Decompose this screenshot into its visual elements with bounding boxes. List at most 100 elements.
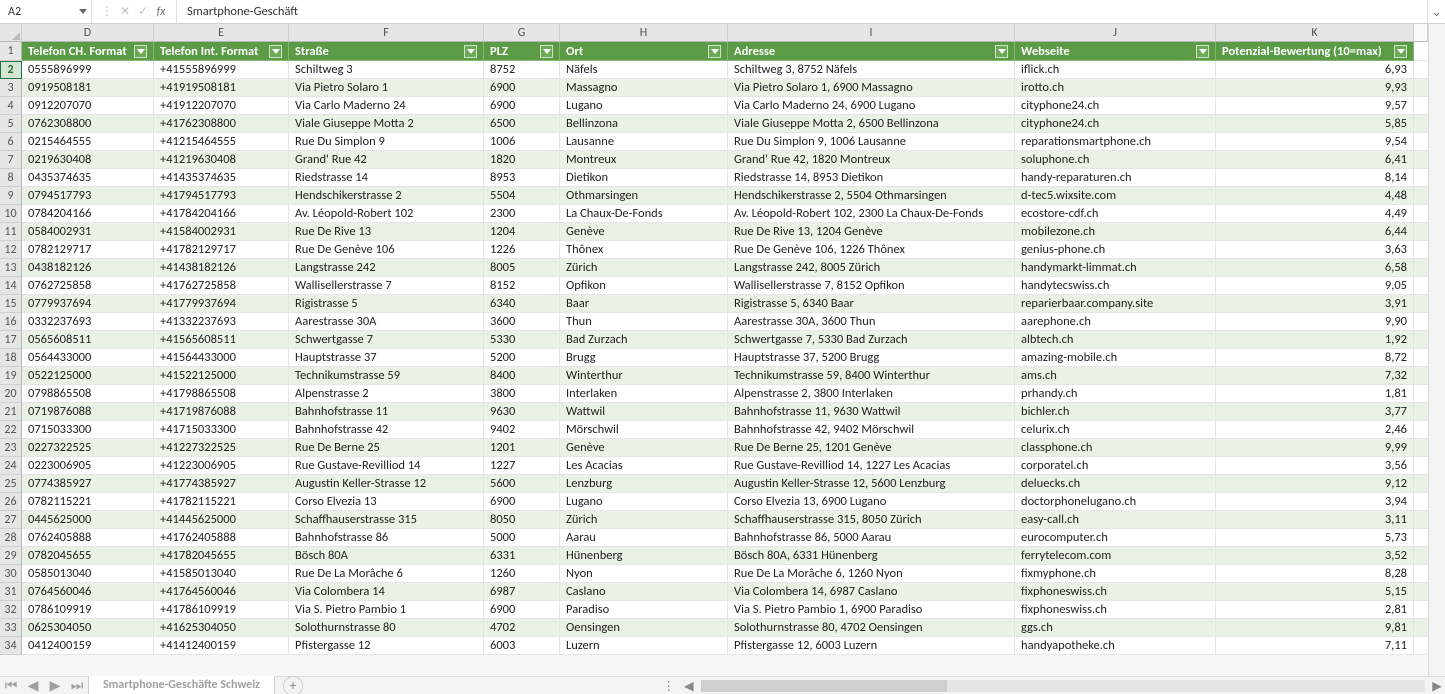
row-header[interactable]: 7: [0, 151, 22, 169]
cell[interactable]: Rue De Berne 25, 1201 Genève: [728, 439, 1015, 457]
cell[interactable]: Baar: [560, 295, 728, 313]
filter-icon[interactable]: [995, 45, 1008, 58]
confirm-icon[interactable]: ✓: [134, 4, 152, 19]
cell[interactable]: Via S. Pietro Pambio 1, 6900 Paradiso: [728, 601, 1015, 619]
cell[interactable]: +41782115221: [154, 493, 289, 511]
cell[interactable]: +41215464555: [154, 133, 289, 151]
row-header[interactable]: 34: [0, 637, 22, 655]
row-header[interactable]: 25: [0, 475, 22, 493]
scroll-left-icon[interactable]: ◀: [681, 678, 697, 694]
cell[interactable]: Pfistergasse 12: [289, 637, 484, 655]
row-header[interactable]: 4: [0, 97, 22, 115]
cell[interactable]: 3,11: [1216, 511, 1414, 529]
cell[interactable]: Alpenstrasse 2, 3800 Interlaken: [728, 385, 1015, 403]
cell[interactable]: 8400: [484, 367, 560, 385]
cell[interactable]: 1204: [484, 223, 560, 241]
cell[interactable]: Pfistergasse 12, 6003 Luzern: [728, 637, 1015, 655]
cell[interactable]: Bahnhofstrasse 86, 5000 Aarau: [728, 529, 1015, 547]
cell[interactable]: Dietikon: [560, 169, 728, 187]
cell[interactable]: 0555896999: [22, 61, 154, 79]
cell[interactable]: +41625304050: [154, 619, 289, 637]
row-header[interactable]: 32: [0, 601, 22, 619]
cell[interactable]: aarephone.ch: [1015, 313, 1216, 331]
col-header[interactable]: I: [728, 24, 1015, 42]
cell[interactable]: +41715033300: [154, 421, 289, 439]
cell[interactable]: +41786109919: [154, 601, 289, 619]
cell[interactable]: handy-reparaturen.ch: [1015, 169, 1216, 187]
cell[interactable]: 3,94: [1216, 493, 1414, 511]
cell[interactable]: 3800: [484, 385, 560, 403]
cell[interactable]: 1006: [484, 133, 560, 151]
row-header[interactable]: 24: [0, 457, 22, 475]
cell[interactable]: ecostore-cdf.ch: [1015, 205, 1216, 223]
row-header[interactable]: 14: [0, 277, 22, 295]
filter-icon[interactable]: [269, 45, 282, 58]
cell[interactable]: +41584002931: [154, 223, 289, 241]
select-all-corner[interactable]: [0, 24, 22, 42]
cell[interactable]: 5600: [484, 475, 560, 493]
cell[interactable]: Av. Léopold-Robert 102: [289, 205, 484, 223]
row-header[interactable]: 9: [0, 187, 22, 205]
cell[interactable]: 6900: [484, 97, 560, 115]
cell[interactable]: +41774385927: [154, 475, 289, 493]
cell[interactable]: 6331: [484, 547, 560, 565]
cell[interactable]: corporatel.ch: [1015, 457, 1216, 475]
filter-icon[interactable]: [464, 45, 477, 58]
cell[interactable]: +41784204166: [154, 205, 289, 223]
cell[interactable]: 9,54: [1216, 133, 1414, 151]
cell[interactable]: Wallisellerstrasse 7: [289, 277, 484, 295]
cell[interactable]: +41919508181: [154, 79, 289, 97]
scroll-right-icon[interactable]: ▶: [1429, 678, 1445, 694]
cell[interactable]: classphone.ch: [1015, 439, 1216, 457]
cell[interactable]: Langstrasse 242: [289, 259, 484, 277]
cell[interactable]: ams.ch: [1015, 367, 1216, 385]
cell[interactable]: Lugano: [560, 97, 728, 115]
cell[interactable]: Via Pietro Solaro 1, 6900 Massagno: [728, 79, 1015, 97]
cell[interactable]: bichler.ch: [1015, 403, 1216, 421]
cell[interactable]: amazing-mobile.ch: [1015, 349, 1216, 367]
cell[interactable]: Brugg: [560, 349, 728, 367]
cell[interactable]: +41912207070: [154, 97, 289, 115]
cell[interactable]: Rue De Genève 106, 1226 Thônex: [728, 241, 1015, 259]
cell[interactable]: 0774385927: [22, 475, 154, 493]
cell[interactable]: +41762725858: [154, 277, 289, 295]
cell[interactable]: Paradiso: [560, 601, 728, 619]
cell[interactable]: 0762725858: [22, 277, 154, 295]
cell[interactable]: Hünenberg: [560, 547, 728, 565]
cell[interactable]: 9402: [484, 421, 560, 439]
cell[interactable]: deluecks.ch: [1015, 475, 1216, 493]
cell[interactable]: Via Pietro Solaro 1: [289, 79, 484, 97]
cell[interactable]: Bahnhofstrasse 42, 9402 Mörschwil: [728, 421, 1015, 439]
cell[interactable]: mobilezone.ch: [1015, 223, 1216, 241]
cell[interactable]: 5000: [484, 529, 560, 547]
cell[interactable]: +41779937694: [154, 295, 289, 313]
cell[interactable]: cityphone24.ch: [1015, 97, 1216, 115]
filter-icon[interactable]: [134, 45, 147, 58]
filter-icon[interactable]: [540, 45, 553, 58]
cell[interactable]: Wattwil: [560, 403, 728, 421]
cell[interactable]: celurix.ch: [1015, 421, 1216, 439]
cell[interactable]: +41438182126: [154, 259, 289, 277]
cell[interactable]: Genève: [560, 223, 728, 241]
cell[interactable]: cityphone24.ch: [1015, 115, 1216, 133]
cell[interactable]: 0564433000: [22, 349, 154, 367]
row-header[interactable]: 31: [0, 583, 22, 601]
cell[interactable]: 6900: [484, 79, 560, 97]
table-header-cell[interactable]: Potenzial-Bewertung (10=max): [1216, 42, 1414, 61]
row-header[interactable]: 5: [0, 115, 22, 133]
cell[interactable]: +41764560046: [154, 583, 289, 601]
cell[interactable]: Bahnhofstrasse 11: [289, 403, 484, 421]
cell[interactable]: 0445625000: [22, 511, 154, 529]
cell[interactable]: Aarestrasse 30A, 3600 Thun: [728, 313, 1015, 331]
cell[interactable]: Lausanne: [560, 133, 728, 151]
cell[interactable]: Schwertgasse 7, 5330 Bad Zurzach: [728, 331, 1015, 349]
name-box[interactable]: A2: [0, 0, 92, 23]
cell[interactable]: 1820: [484, 151, 560, 169]
cell[interactable]: 0782129717: [22, 241, 154, 259]
row-header[interactable]: 18: [0, 349, 22, 367]
cell[interactable]: 5,85: [1216, 115, 1414, 133]
cell[interactable]: Schaffhauserstrasse 315: [289, 511, 484, 529]
table-header-cell[interactable]: Straße: [289, 42, 484, 61]
cell[interactable]: 6,58: [1216, 259, 1414, 277]
cell[interactable]: Hauptstrasse 37: [289, 349, 484, 367]
